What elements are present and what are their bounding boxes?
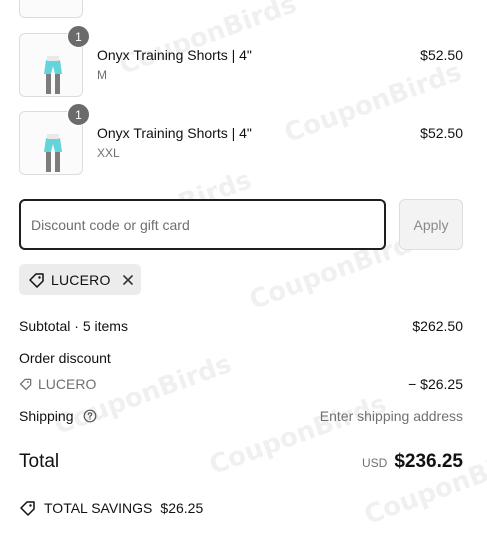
item-price: $52.50 bbox=[420, 47, 463, 63]
total-savings-row: TOTAL SAVINGS $26.25 bbox=[19, 499, 463, 517]
quantity-badge: 1 bbox=[67, 25, 90, 48]
product-thumbnail-partial bbox=[19, 0, 83, 18]
item-variant: XXL bbox=[97, 146, 120, 160]
subtotal-separator: · bbox=[74, 318, 79, 334]
total-value: $236.25 bbox=[394, 451, 463, 472]
shipping-row: Shipping Enter shipping address bbox=[19, 408, 463, 426]
total-savings-label: TOTAL SAVINGS bbox=[44, 500, 153, 516]
line-item: 1 Onyx Training Shorts | 4" XXL $52.50 bbox=[19, 103, 463, 175]
item-title: Onyx Training Shorts | 4" bbox=[97, 47, 252, 63]
applied-code-label: LUCERO bbox=[51, 271, 111, 288]
help-icon[interactable] bbox=[83, 409, 97, 423]
item-variant: M bbox=[97, 68, 107, 82]
subtotal-row: Subtotal · 5 items $262.50 bbox=[19, 318, 463, 336]
subtotal-items: 5 items bbox=[82, 318, 128, 334]
apply-discount-button[interactable]: Apply bbox=[399, 199, 463, 250]
currency-code: USD bbox=[361, 456, 388, 470]
shipping-value: Enter shipping address bbox=[319, 408, 463, 424]
savings-tag-icon bbox=[20, 501, 35, 516]
item-price: $52.50 bbox=[420, 125, 463, 141]
subtotal-label: Subtotal bbox=[19, 318, 71, 334]
order-discount-row: Order discount bbox=[19, 350, 463, 368]
close-icon[interactable] bbox=[121, 273, 135, 287]
applied-discount-tag: LUCERO bbox=[19, 264, 141, 295]
item-title: Onyx Training Shorts | 4" bbox=[97, 125, 252, 141]
discount-code-row: LUCERO − $26.25 bbox=[19, 376, 463, 394]
line-item: 1 Onyx Training Shorts | 4" M $52.50 bbox=[19, 25, 463, 97]
discount-code-label: LUCERO bbox=[38, 376, 97, 392]
total-label: Total bbox=[19, 451, 60, 472]
quantity-badge: 1 bbox=[67, 103, 90, 126]
discount-value: − $26.25 bbox=[408, 376, 463, 392]
total-row: Total USD $236.25 bbox=[19, 451, 463, 475]
tag-icon bbox=[19, 378, 32, 391]
subtotal-value: $262.50 bbox=[412, 318, 463, 334]
total-savings-value: $26.25 bbox=[160, 500, 204, 516]
discount-code-input[interactable] bbox=[19, 199, 386, 250]
shipping-label: Shipping bbox=[19, 408, 74, 424]
tag-icon bbox=[29, 272, 44, 288]
order-discount-label: Order discount bbox=[19, 350, 111, 366]
